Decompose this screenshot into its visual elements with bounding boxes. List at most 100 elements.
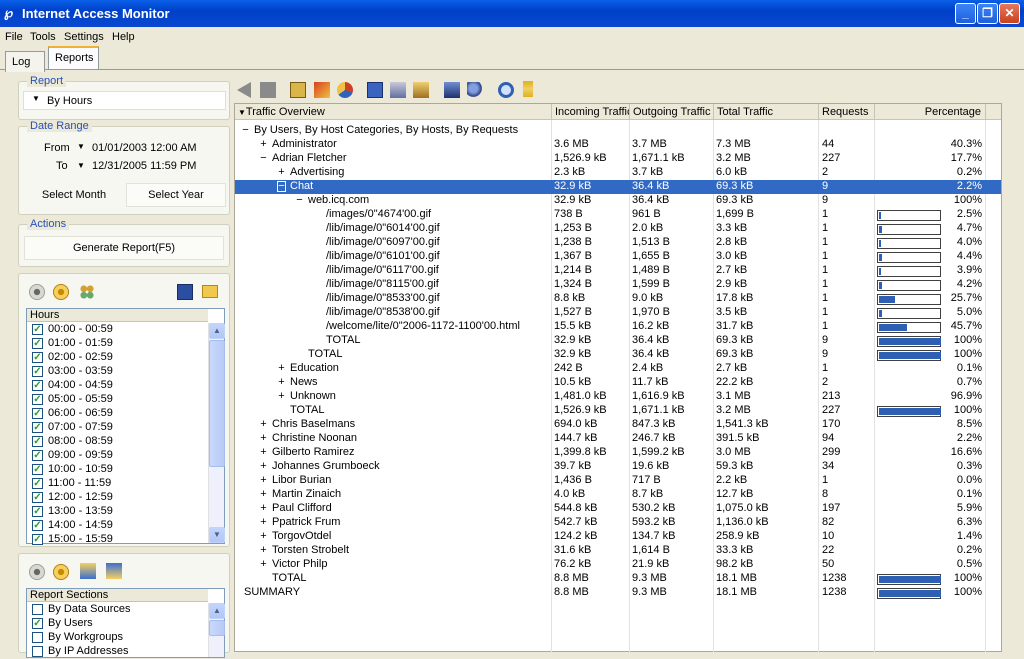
section-list-item[interactable]: ✓ By Users: [27, 617, 207, 631]
from-dropdown-icon[interactable]: ▼: [77, 142, 85, 151]
hour-checkbox[interactable]: ✓: [32, 324, 43, 335]
scroll-down-icon[interactable]: ▼: [209, 527, 225, 543]
expand-icon[interactable]: +: [277, 390, 286, 404]
expand-icon[interactable]: +: [259, 138, 268, 152]
col-outgoing[interactable]: Outgoing Traffic: [630, 104, 714, 120]
table-row[interactable]: + Martin Zinaich 4.0 kB 8.7 kB 12.7 kB 8 0.1%: [235, 488, 1001, 502]
table-row[interactable]: /lib/image/0"6117'00.gif 1,214 B 1,489 B 2.…: [235, 264, 1001, 278]
check-all-icon[interactable]: [29, 284, 45, 300]
table-row[interactable]: + Education 242 B 2.4 kB 2.7 kB 1 0.1%: [235, 362, 1001, 376]
uncheck-all-icon[interactable]: [53, 284, 69, 300]
table-row[interactable]: + Unknown 1,481.0 kB 1,616.9 kB 3.1 MB 213 96.…: [235, 390, 1001, 404]
tab-reports[interactable]: Reports: [48, 46, 99, 69]
table-row[interactable]: SUMMARY 8.8 MB 9.3 MB 18.1 MB 1238 100%: [235, 586, 1001, 600]
expand-icon[interactable]: +: [277, 362, 286, 376]
table-row[interactable]: + Johannes Grumboeck 39.7 kB 19.6 kB 59.3 kB…: [235, 460, 1001, 474]
sections-uncheck-all-icon[interactable]: [53, 564, 69, 580]
select-month-button[interactable]: Select Month: [24, 183, 124, 207]
menu-help[interactable]: Help: [112, 31, 135, 43]
section-checkbox[interactable]: [32, 632, 43, 643]
col-total[interactable]: Total Traffic: [714, 104, 819, 120]
collapse-icon[interactable]: −: [295, 194, 304, 208]
maximize-button[interactable]: ❐: [977, 3, 998, 24]
table-row[interactable]: + Torsten Strobelt 31.6 kB 1,614 B 33.3 kB 22…: [235, 544, 1001, 558]
minimize-button[interactable]: _: [955, 3, 976, 24]
from-date-field[interactable]: 01/01/2003 12:00 AM: [92, 142, 197, 154]
expand-icon[interactable]: +: [277, 166, 286, 180]
export-icon[interactable]: [413, 82, 429, 98]
select-year-button[interactable]: Select Year: [126, 183, 226, 207]
sections-scroll-up-icon[interactable]: ▲: [209, 603, 225, 619]
col-percentage[interactable]: Percentage: [875, 104, 986, 120]
save-icon[interactable]: [177, 284, 193, 300]
expand-icon[interactable]: +: [259, 558, 268, 572]
hours-list-item[interactable]: ✓ 13:00 - 13:59: [27, 505, 207, 519]
sections-scroll-thumb[interactable]: [209, 620, 225, 636]
table-row[interactable]: + TorgovOtdel 124.2 kB 134.7 kB 258.9 kB 10 1.…: [235, 530, 1001, 544]
hours-list-item[interactable]: ✓ 11:00 - 11:59: [27, 477, 207, 491]
report-book-icon[interactable]: [290, 82, 306, 98]
expand-icon[interactable]: +: [259, 474, 268, 488]
hours-list-item[interactable]: ✓ 03:00 - 03:59: [27, 365, 207, 379]
hour-checkbox[interactable]: ✓: [32, 408, 43, 419]
hours-list-item[interactable]: ✓ 05:00 - 05:59: [27, 393, 207, 407]
table-row[interactable]: + News 10.5 kB 11.7 kB 22.2 kB 2 0.7%: [235, 376, 1001, 390]
to-date-field[interactable]: 12/31/2005 11:59 PM: [92, 160, 196, 172]
table-row[interactable]: TOTAL 8.8 MB 9.3 MB 18.1 MB 1238 100%: [235, 572, 1001, 586]
expand-icon[interactable]: +: [259, 460, 268, 474]
table-row[interactable]: /lib/image/0"6101'00.gif 1,367 B 1,655 B 3.…: [235, 250, 1001, 264]
collapse-icon[interactable]: −: [241, 124, 250, 138]
hour-checkbox[interactable]: ✓: [32, 422, 43, 433]
hour-checkbox[interactable]: ✓: [32, 492, 43, 503]
move-down-icon[interactable]: [106, 563, 122, 579]
expand-icon[interactable]: +: [259, 418, 268, 432]
table-row[interactable]: /lib/image/0"8115'00.gif 1,324 B 1,599 B 2.…: [235, 278, 1001, 292]
hour-checkbox[interactable]: ✓: [32, 380, 43, 391]
table-row[interactable]: + Ppatrick Frum 542.7 kB 593.2 kB 1,136.0 kB…: [235, 516, 1001, 530]
network-icon[interactable]: [467, 82, 483, 98]
hour-checkbox[interactable]: ✓: [32, 534, 43, 545]
hour-checkbox[interactable]: ✓: [32, 450, 43, 461]
expand-icon[interactable]: +: [259, 446, 268, 460]
hour-checkbox[interactable]: ✓: [32, 520, 43, 531]
section-list-item[interactable]: By Data Sources: [27, 603, 207, 617]
section-checkbox[interactable]: ✓: [32, 618, 43, 629]
expand-icon[interactable]: +: [259, 488, 268, 502]
expand-collapse-icon[interactable]: [523, 81, 533, 97]
table-row[interactable]: + Victor Philp 76.2 kB 21.9 kB 98.2 kB 50 0.5%: [235, 558, 1001, 572]
table-row[interactable]: TOTAL 1,526.9 kB 1,671.1 kB 3.2 MB 227 100%: [235, 404, 1001, 418]
save-report-icon[interactable]: [367, 82, 383, 98]
hour-checkbox[interactable]: ✓: [32, 352, 43, 363]
hours-list-item[interactable]: ✓ 15:00 - 15:59: [27, 533, 207, 547]
table-row[interactable]: − By Users, By Host Categories, By Hosts,…: [235, 124, 1001, 138]
table-row[interactable]: − web.icq.com 32.9 kB 36.4 kB 69.3 kB 9 100%: [235, 194, 1001, 208]
hour-checkbox[interactable]: ✓: [32, 478, 43, 489]
table-row[interactable]: + Administrator 3.6 MB 3.7 MB 7.3 MB 44 40.3%: [235, 138, 1001, 152]
hours-list-item[interactable]: ✓ 10:00 - 10:59: [27, 463, 207, 477]
collapse-icon[interactable]: −: [259, 152, 268, 166]
table-row[interactable]: /lib/image/0"8533'00.gif 8.8 kB 9.0 kB 17.8…: [235, 292, 1001, 306]
hour-checkbox[interactable]: ✓: [32, 436, 43, 447]
pie-chart-icon[interactable]: [337, 82, 353, 98]
hours-scrollbar[interactable]: ▲ ▼: [208, 323, 225, 543]
section-list-item[interactable]: By IP Addresses: [27, 645, 207, 659]
table-row[interactable]: /images/0"4674'00.gif 738 B 961 B 1,699 B 1 2…: [235, 208, 1001, 222]
hours-list-item[interactable]: ✓ 02:00 - 02:59: [27, 351, 207, 365]
move-up-icon[interactable]: [80, 563, 96, 579]
table-row[interactable]: + Paul Clifford 544.8 kB 530.2 kB 1,075.0 kB…: [235, 502, 1001, 516]
table-row[interactable]: + Gilberto Ramirez 1,399.8 kB 1,599.2 kB 3.0…: [235, 446, 1001, 460]
invert-selection-icon[interactable]: [79, 284, 95, 300]
scroll-thumb[interactable]: [209, 340, 225, 467]
col-requests[interactable]: Requests: [819, 104, 875, 120]
scroll-up-icon[interactable]: ▲: [209, 323, 225, 339]
table-row[interactable]: + Christine Noonan 144.7 kB 246.7 kB 391.5 k…: [235, 432, 1001, 446]
expand-icon[interactable]: +: [259, 516, 268, 530]
menu-tools[interactable]: Tools: [30, 31, 56, 43]
hour-checkbox[interactable]: ✓: [32, 366, 43, 377]
table-row[interactable]: TOTAL 32.9 kB 36.4 kB 69.3 kB 9 100%: [235, 348, 1001, 362]
section-list-item[interactable]: By Workgroups: [27, 631, 207, 645]
hours-list-item[interactable]: ✓ 12:00 - 12:59: [27, 491, 207, 505]
table-row[interactable]: − Adrian Fletcher 1,526.9 kB 1,671.1 kB 3.2 …: [235, 152, 1001, 166]
expand-icon[interactable]: +: [259, 530, 268, 544]
hour-checkbox[interactable]: ✓: [32, 506, 43, 517]
